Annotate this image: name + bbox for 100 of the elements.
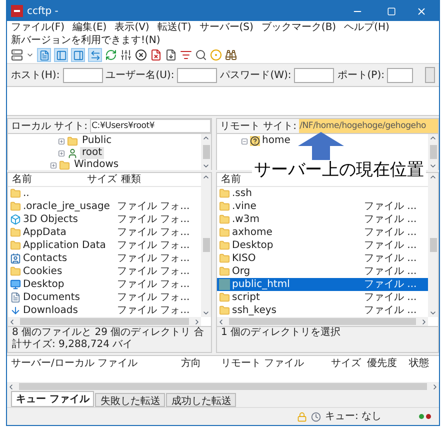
document-toggle[interactable]: [37, 48, 51, 62]
menu-item[interactable]: サーバー(S): [199, 21, 254, 34]
file-row[interactable]: ..: [8, 187, 201, 200]
file-type: ファイル フォ...: [117, 213, 191, 227]
collapse-icon[interactable]: [241, 138, 248, 144]
two-way-arrows-toggle[interactable]: [88, 48, 102, 62]
cancel-icon[interactable]: [135, 49, 147, 61]
tab[interactable]: 成功した転送: [166, 393, 236, 407]
file-row[interactable]: .vine ファイル ...: [217, 200, 428, 213]
file-row[interactable]: Org ファイル ...: [217, 265, 428, 278]
tree-item[interactable]: Windows: [72, 159, 121, 171]
scroll-up-icon[interactable]: [429, 134, 437, 142]
scroll-up-icon[interactable]: [202, 173, 210, 181]
file-row[interactable]: .oracle_jre_usage ファイル フォ...: [8, 200, 201, 213]
file-row[interactable]: AppData ファイル フォ...: [8, 226, 201, 239]
file-row[interactable]: Downloads ファイル フォ...: [8, 304, 201, 317]
scroll-right-icon[interactable]: [431, 382, 439, 390]
expand-icon[interactable]: [50, 162, 57, 168]
horizontal-scrollbar[interactable]: [8, 317, 201, 326]
vertical-scrollbar[interactable]: [428, 173, 438, 317]
scroll-down-icon[interactable]: [429, 309, 437, 317]
sliders-icon[interactable]: [120, 49, 132, 61]
file-cross-icon[interactable]: [150, 49, 162, 61]
expand-icon[interactable]: [58, 150, 65, 156]
maximize-icon[interactable]: [387, 6, 396, 16]
column-header[interactable]: 方向: [177, 356, 217, 370]
vertical-scrollbar[interactable]: [428, 134, 438, 170]
column-header[interactable]: サーバー/ローカル ファイル: [7, 356, 177, 370]
left-panel-toggle[interactable]: [54, 48, 68, 62]
input-field[interactable]: [387, 68, 414, 82]
menu-item[interactable]: 新バージョンを利用できます!(N): [11, 34, 160, 47]
connect-button[interactable]: [425, 67, 435, 83]
right-panel-toggle[interactable]: [71, 48, 85, 62]
filter-icon[interactable]: [180, 49, 192, 61]
scroll-up-icon[interactable]: [202, 134, 210, 142]
scroll-right-icon[interactable]: [193, 318, 201, 326]
column-header[interactable]: サイズ: [327, 356, 363, 370]
file-row[interactable]: Documents ファイル フォ...: [8, 291, 201, 304]
tab[interactable]: キュー ファイル: [11, 391, 94, 407]
horizontal-scrollbar[interactable]: [217, 317, 428, 326]
search-icon[interactable]: [195, 49, 207, 61]
scroll-down-icon[interactable]: [202, 309, 210, 317]
file-row[interactable]: Contacts ファイル フォ...: [8, 252, 201, 265]
file-row[interactable]: KISO ファイル ...: [217, 252, 428, 265]
menu-item[interactable]: 表示(V): [114, 21, 150, 34]
scroll-thumb[interactable]: [20, 318, 189, 325]
column-header[interactable]: リモート ファイル: [217, 356, 327, 370]
file-row[interactable]: public_html ファイル ...: [217, 278, 428, 291]
file-row[interactable]: .ssh: [217, 187, 428, 200]
column-header[interactable]: 名前: [8, 172, 83, 187]
server-icon[interactable]: [11, 49, 23, 61]
scroll-down-icon[interactable]: [429, 162, 437, 170]
path-field[interactable]: C:¥Users¥root¥: [90, 119, 211, 133]
scroll-thumb[interactable]: [202, 238, 210, 252]
scroll-up-icon[interactable]: [429, 173, 437, 181]
column-header[interactable]: 状態: [405, 356, 439, 370]
file-row[interactable]: Desktop ファイル フォ...: [8, 278, 201, 291]
scroll-thumb[interactable]: [430, 145, 436, 159]
column-header[interactable]: 優先度: [363, 356, 405, 370]
input-field[interactable]: [177, 68, 218, 82]
input-field[interactable]: [62, 68, 103, 82]
tree-item[interactable]: home: [262, 135, 290, 147]
column-header[interactable]: サイズ: [83, 172, 117, 187]
close-icon[interactable]: [416, 6, 427, 16]
scroll-left-icon[interactable]: [217, 318, 225, 326]
menu-item[interactable]: ファイル(F): [11, 21, 65, 34]
vertical-scrollbar[interactable]: [201, 173, 211, 317]
file-row[interactable]: Application Data ファイル フォ...: [8, 239, 201, 252]
menu-item[interactable]: 編集(E): [72, 21, 107, 34]
scroll-down-icon[interactable]: [202, 162, 210, 170]
file-arrow-icon[interactable]: [165, 49, 177, 61]
scroll-left-icon[interactable]: [8, 318, 16, 326]
menu-item[interactable]: ヘルプ(H): [344, 21, 390, 34]
expand-icon[interactable]: [58, 138, 65, 144]
file-row[interactable]: Cookies ファイル フォ...: [8, 265, 201, 278]
scroll-left-icon[interactable]: [7, 382, 15, 390]
scroll-thumb[interactable]: [19, 383, 427, 390]
tab[interactable]: 失敗した転送: [95, 393, 166, 407]
file-row[interactable]: Desktop ファイル ...: [217, 239, 428, 252]
menu-item[interactable]: 転送(T): [157, 21, 192, 34]
scroll-right-icon[interactable]: [420, 318, 428, 326]
file-row[interactable]: script ファイル ...: [217, 291, 428, 304]
column-header[interactable]: 種類: [117, 172, 201, 187]
file-row[interactable]: .w3m ファイル ...: [217, 213, 428, 226]
tree-item[interactable]: root: [80, 147, 104, 159]
file-row[interactable]: axhome ファイル ...: [217, 226, 428, 239]
scroll-thumb[interactable]: [202, 145, 210, 159]
scroll-thumb[interactable]: [229, 318, 416, 325]
caret-icon[interactable]: [26, 51, 34, 59]
horizontal-scrollbar[interactable]: [7, 382, 439, 391]
menu-item[interactable]: ブックマーク(B): [261, 21, 336, 34]
input-field[interactable]: [294, 68, 334, 82]
refresh-icon[interactable]: [105, 49, 117, 61]
file-row[interactable]: ssh_keys ファイル ...: [217, 304, 428, 317]
column-header[interactable]: 名前: [217, 172, 245, 187]
vertical-scrollbar[interactable]: [201, 134, 211, 170]
tree-item[interactable]: Public: [80, 135, 114, 147]
file-row[interactable]: 3D Objects ファイル フォ...: [8, 213, 201, 226]
scroll-thumb[interactable]: [430, 238, 436, 252]
binoculars-icon[interactable]: [225, 49, 237, 61]
